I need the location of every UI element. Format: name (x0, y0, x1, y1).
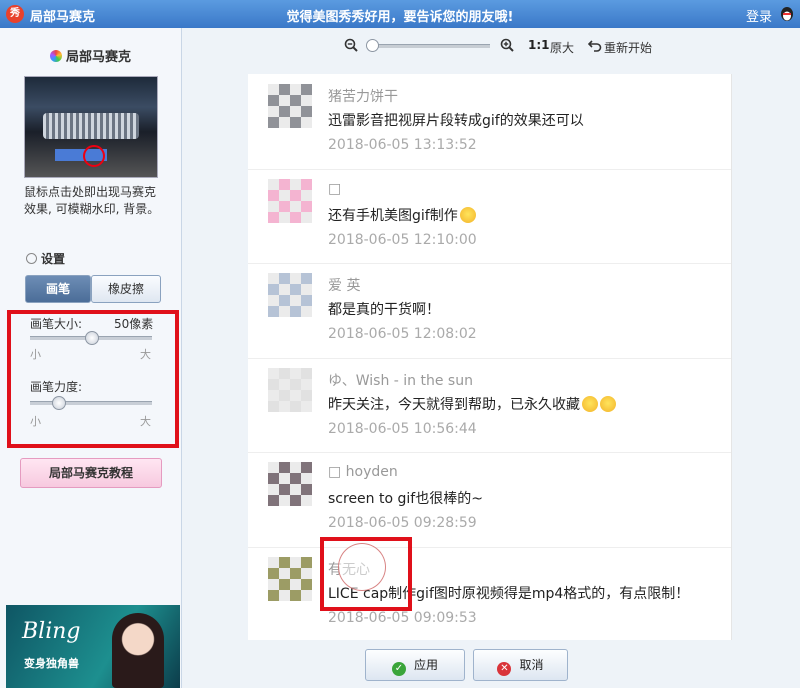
annotation-box-settings (7, 310, 179, 448)
apply-button-label: 应用 (413, 658, 438, 672)
car-grille (43, 113, 139, 139)
smile-emoji-icon (459, 206, 476, 223)
check-icon: ✓ (391, 662, 406, 676)
slogan-text: 觉得美图秀秀好用，要告诉您的朋友哦! (286, 10, 514, 25)
tool-description: 鼠标点击处即出现马赛克效果, 可模糊水印, 背景。 (24, 185, 160, 216)
zoom-out-icon[interactable] (344, 38, 358, 52)
avatar (268, 178, 312, 223)
zoom-toolbar: 1:1 原大 重新开始 (182, 28, 800, 64)
close-icon: ✕ (497, 662, 512, 676)
reset-button[interactable]: 重新开始 (604, 39, 652, 56)
comment-row: ゆ、Wish - in the sun 昨天关注，今天就得到帮助，已永久收藏 201… (248, 358, 731, 453)
ad-model-image (112, 613, 164, 688)
login-link[interactable]: 登录 (746, 6, 772, 25)
smile-emoji-icon (600, 395, 616, 412)
comment-row: □ hoyden screen to gif也很棒的~ 2018-06-05 09:… (248, 452, 731, 548)
smile-emoji-icon (582, 395, 598, 412)
tutorial-button-label: 局部马赛克教程 (48, 466, 133, 480)
comment-text: 昨天关注，今天就得到帮助，已永久收藏 (328, 394, 616, 414)
tab-eraser[interactable]: 橡皮擦 (91, 275, 161, 303)
original-size-button[interactable]: 原大 (550, 39, 574, 56)
comment-author: 猪苦力饼干 (328, 89, 398, 105)
avatar (268, 84, 312, 128)
comment-text-content: 迅雷影音把视屏片段转成gif的效果还可以 (328, 113, 584, 129)
comment-timestamp: 2018-06-05 09:09:53 (328, 609, 477, 626)
zoom-slider[interactable] (372, 44, 490, 48)
cancel-button-label: 取消 (519, 658, 544, 672)
ad-banner[interactable]: Bling 变身独角兽 (6, 605, 180, 688)
panel-heading: 局部马赛克 (0, 46, 181, 65)
highlight-circle (83, 145, 105, 167)
comment-text-content: 都是真的干货啊！ (328, 302, 440, 318)
tab-brush[interactable]: 画笔 (25, 275, 91, 303)
comment-row: 猪苦力饼干迅雷影音把视屏片段转成gif的效果还可以 2018-06-05 13:1… (248, 74, 731, 170)
comment-timestamp: 2018-06-05 12:10:00 (328, 231, 477, 248)
meitu-flower-icon (49, 50, 62, 62)
comment-author: ゆ、Wish - in the sun (328, 372, 473, 389)
tutorial-button[interactable]: 局部马赛克教程 (20, 458, 162, 488)
comment-text-content: screen to gif也很棒的~ (328, 491, 483, 507)
comment-row: □ 还有手机美图gif制作 2018-06-05 12:10:00 (248, 169, 731, 264)
avatar (268, 556, 312, 601)
panel-heading-label: 局部马赛克 (65, 50, 131, 65)
cancel-button[interactable]: ✕ 取消 (473, 649, 568, 681)
zoom-slider-handle[interactable] (366, 39, 379, 52)
comment-author: □ hoyden (328, 464, 398, 480)
undo-arrow-icon[interactable] (588, 38, 602, 52)
comment-timestamp: 2018-06-05 10:56:44 (328, 420, 477, 437)
comment-timestamp: 2018-06-05 09:28:59 (328, 515, 477, 531)
comment-timestamp: 2018-06-05 12:08:02 (328, 326, 477, 342)
comment-text: screen to gif也很棒的~ (328, 488, 483, 508)
comment-text-content: 昨天关注，今天就得到帮助，已永久收藏 (328, 396, 580, 413)
comment-row: 爱 英都是真的干货啊！ 2018-06-05 12:08:02 (248, 263, 731, 359)
example-car-image (24, 76, 158, 178)
brush-cursor (338, 543, 386, 591)
settings-header[interactable]: 设置 (26, 250, 65, 267)
ad-subtitle: 变身独角兽 (24, 657, 79, 670)
comment-text: 还有手机美图gif制作 (328, 205, 476, 225)
comment-text: 都是真的干货啊！ (328, 299, 440, 319)
comment-author: 爱 英 (328, 278, 361, 294)
avatar (268, 462, 312, 506)
title-bar: 秀 局部马赛克 觉得美图秀秀好用，要告诉您的朋友哦! 登录 (0, 0, 800, 28)
ratio-button[interactable]: 1:1 (528, 38, 550, 52)
settings-label: 设置 (41, 252, 66, 266)
comment-author: □ (328, 180, 342, 197)
left-panel: 局部马赛克 鼠标点击处即出现马赛克效果, 可模糊水印, 背景。 设置 画笔 橡皮… (0, 28, 182, 688)
expand-icon (26, 253, 37, 264)
qq-penguin-icon[interactable] (780, 6, 794, 22)
apply-button[interactable]: ✓ 应用 (365, 649, 465, 681)
zoom-in-icon[interactable] (500, 38, 514, 52)
avatar (268, 367, 312, 412)
comment-text: 迅雷影音把视屏片段转成gif的效果还可以 (328, 110, 584, 130)
ad-title: Bling (22, 619, 81, 644)
comment-timestamp: 2018-06-05 13:13:52 (328, 137, 477, 153)
avatar (268, 273, 312, 317)
comment-text-content: 还有手机美图gif制作 (328, 207, 458, 224)
